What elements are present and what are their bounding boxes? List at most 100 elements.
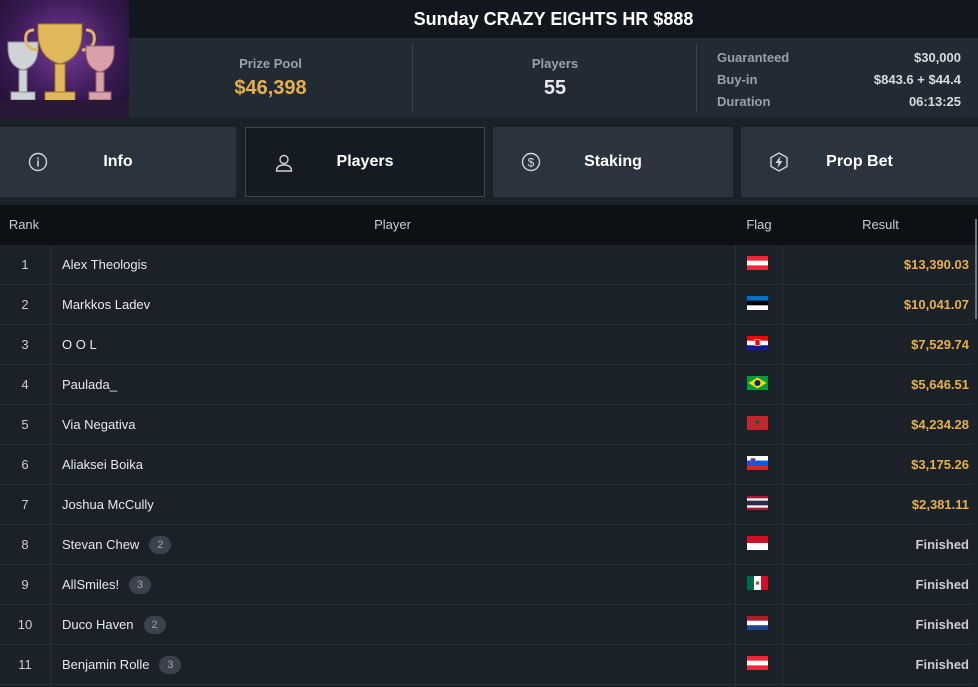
result-cell: Finished <box>915 617 969 632</box>
tournament-header: Sunday CRAZY EIGHTS HR $888 Prize Pool $… <box>0 0 978 118</box>
rank-cell: 10 <box>17 617 33 632</box>
prize-pool-label: Prize Pool <box>239 56 302 71</box>
rank-cell: 11 <box>18 657 32 672</box>
divider <box>735 245 736 687</box>
column-header-player[interactable]: Player <box>50 205 735 245</box>
divider <box>696 44 697 112</box>
table-row[interactable]: 5 Via Negativa $4,234.28 <box>0 405 975 445</box>
result-cell: $13,390.03 <box>903 257 969 272</box>
detail-value: $843.6 + $44.4 <box>873 71 961 87</box>
column-header-flag[interactable]: Flag <box>735 205 783 245</box>
dollar-circle-icon: $ <box>521 152 541 172</box>
result-cell: Finished <box>915 657 969 672</box>
netherlands-flag-icon <box>747 616 768 630</box>
rank-cell: 5 <box>21 417 29 432</box>
prize-pool-stat: Prize Pool $46,398 <box>129 38 412 118</box>
player-cell[interactable]: Alex Theologis <box>62 245 147 285</box>
table-row[interactable]: 4 Paulada_ $5,646.51 <box>0 365 975 405</box>
tournament-details: Guaranteed $30,000 Buy-in $843.6 + $44.4… <box>717 46 961 112</box>
result-cell: Finished <box>915 577 969 592</box>
result-cell: $4,234.28 <box>911 417 969 432</box>
result-cell: $10,041.07 <box>903 297 969 312</box>
info-icon <box>28 152 48 172</box>
morocco-flag-icon <box>747 416 768 430</box>
croatia-flag-icon <box>747 336 768 350</box>
player-cell[interactable]: Joshua McCully <box>62 485 154 525</box>
trophy-image <box>0 0 129 118</box>
tab-info[interactable]: Info <box>0 127 236 197</box>
column-header-rank[interactable]: Rank <box>0 205 48 245</box>
result-cell: $2,381.11 <box>911 497 969 512</box>
scrollbar[interactable] <box>975 219 977 319</box>
indonesia-flag-icon <box>747 536 768 550</box>
stats-panel: Prize Pool $46,398 Players 55 Guaranteed… <box>129 38 978 118</box>
result-cell: $5,646.51 <box>911 377 969 392</box>
result-cell: Finished <box>915 537 969 552</box>
player-name[interactable]: Paulada_ <box>62 365 117 405</box>
player-cell[interactable]: Stevan Chew 2 <box>62 525 172 565</box>
player-name[interactable]: Joshua McCully <box>62 485 154 525</box>
divider <box>782 245 783 687</box>
tab-staking[interactable]: $ Staking <box>493 127 733 197</box>
table-row[interactable]: 8 Stevan Chew 2 Finished <box>0 525 975 565</box>
table-row[interactable]: 7 Joshua McCully $2,381.11 <box>0 485 975 525</box>
player-name[interactable]: AllSmiles! <box>62 565 119 605</box>
player-name[interactable]: O O L <box>62 325 97 365</box>
rank-cell: 6 <box>21 457 29 472</box>
rank-cell: 3 <box>21 337 29 352</box>
detail-value: $30,000 <box>914 49 961 65</box>
player-cell[interactable]: Via Negativa <box>62 405 135 445</box>
table-header: Rank Player Flag Result <box>0 205 978 245</box>
table-row[interactable]: 1 Alex Theologis $13,390.03 <box>0 245 975 285</box>
detail-key: Buy-in <box>717 71 758 87</box>
divider <box>50 245 51 687</box>
brazil-flag-icon <box>747 376 768 390</box>
tab-bar: Info Players $ Staking Prop Bet <box>0 127 978 197</box>
rank-cell: 7 <box>21 497 29 512</box>
rank-cell: 8 <box>21 537 29 552</box>
rank-cell: 9 <box>21 577 29 592</box>
detail-key: Duration <box>717 93 771 109</box>
prize-pool-value: $46,398 <box>234 77 307 99</box>
player-name[interactable]: Alex Theologis <box>62 245 147 285</box>
player-name[interactable]: Stevan Chew <box>62 525 139 565</box>
player-cell[interactable]: AllSmiles! 3 <box>62 565 152 605</box>
player-cell[interactable]: Benjamin Rolle 3 <box>62 645 182 685</box>
player-cell[interactable]: Markkos Ladev <box>62 285 150 325</box>
entries-badge: 3 <box>129 576 152 594</box>
tournament-title: Sunday CRAZY EIGHTS HR $888 <box>129 0 978 38</box>
table-row[interactable]: 3 O O L $7,529.74 <box>0 325 975 365</box>
player-cell[interactable]: Paulada_ <box>62 365 117 405</box>
user-icon <box>275 154 293 172</box>
rank-cell: 2 <box>21 297 29 312</box>
player-name[interactable]: Aliaksei Boika <box>62 445 143 485</box>
players-table: Rank Player Flag Result 1 Alex Theologis $… <box>0 205 978 687</box>
player-cell[interactable]: Aliaksei Boika <box>62 445 143 485</box>
player-name[interactable]: Duco Haven <box>62 605 134 645</box>
detail-duration: Duration 06:13:25 <box>717 90 961 112</box>
player-name[interactable]: Benjamin Rolle <box>62 645 149 685</box>
player-cell[interactable]: Duco Haven 2 <box>62 605 166 645</box>
player-name[interactable]: Via Negativa <box>62 405 135 445</box>
detail-value: 06:13:25 <box>908 93 961 109</box>
svg-text:$: $ <box>528 156 535 170</box>
entries-badge: 3 <box>159 656 182 674</box>
tab-prop-bet[interactable]: Prop Bet <box>741 127 978 197</box>
tab-players[interactable]: Players <box>245 127 485 197</box>
entries-badge: 2 <box>149 536 172 554</box>
table-row[interactable]: 6 Aliaksei Boika $3,175.26 <box>0 445 975 485</box>
column-header-result[interactable]: Result <box>783 205 978 245</box>
player-cell[interactable]: O O L <box>62 325 97 365</box>
table-row[interactable]: 11 Benjamin Rolle 3 Finished <box>0 645 975 685</box>
table-row[interactable]: 9 AllSmiles! 3 Finished <box>0 565 975 605</box>
player-name[interactable]: Markkos Ladev <box>62 285 150 325</box>
result-cell: $3,175.26 <box>911 457 969 472</box>
detail-guaranteed: Guaranteed $30,000 <box>717 46 961 68</box>
entries-badge: 2 <box>143 616 166 634</box>
rank-cell: 4 <box>21 377 29 392</box>
austria-flag-icon <box>747 656 768 670</box>
table-row[interactable]: 10 Duco Haven 2 Finished <box>0 605 975 645</box>
players-stat: Players 55 <box>413 38 697 118</box>
table-row[interactable]: 2 Markkos Ladev $10,041.07 <box>0 285 975 325</box>
slovenia-flag-icon <box>747 456 768 470</box>
